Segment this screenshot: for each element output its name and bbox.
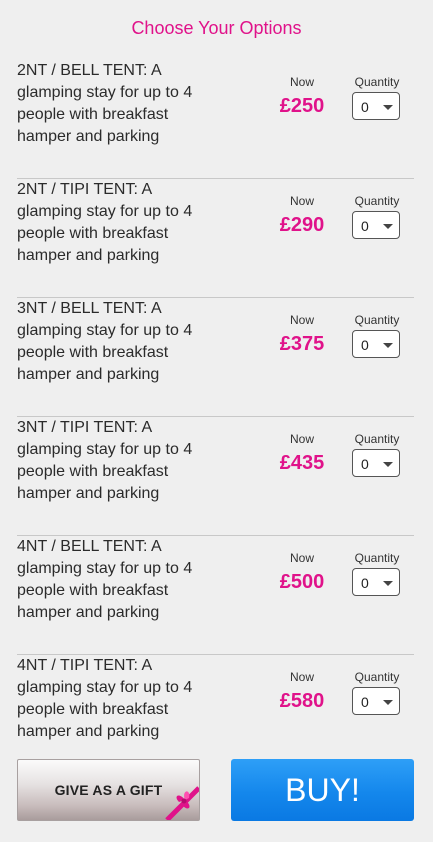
quantity-select[interactable]: 0 [352,92,400,120]
quantity-label: Quantity [354,432,400,446]
price-now-label: Now [289,670,314,684]
buy-button-label: BUY! [285,772,360,808]
quantity-select[interactable]: 0 [352,330,400,358]
quantity-label: Quantity [354,670,400,684]
chevron-down-icon [383,224,393,229]
option-row: 4NT / BELL TENT: A glamping stay for up … [17,536,414,655]
option-price: £375 [279,333,325,355]
price-now-label: Now [289,551,314,565]
price-now-label: Now [289,313,314,327]
quantity-select[interactable]: 0 [352,568,400,596]
quantity-value: 0 [361,99,369,115]
quantity-value: 0 [361,456,369,472]
option-price: £500 [279,571,325,593]
quantity-label: Quantity [354,551,400,565]
quantity-value: 0 [361,218,369,234]
give-as-gift-button[interactable]: GIVE AS A GIFT [17,759,200,821]
quantity-select[interactable]: 0 [352,449,400,477]
quantity-value: 0 [361,337,369,353]
price-now-label: Now [289,432,314,446]
option-description: 3NT / BELL TENT: A glamping stay for up … [17,300,193,383]
option-row: 2NT / BELL TENT: A glamping stay for up … [17,60,414,179]
price-now-label: Now [289,194,314,208]
quantity-label: Quantity [354,75,400,89]
option-description: 4NT / BELL TENT: A glamping stay for up … [17,538,193,621]
price-now-label: Now [289,75,314,89]
quantity-value: 0 [361,575,369,591]
quantity-label: Quantity [354,194,400,208]
quantity-value: 0 [361,694,369,710]
option-description: 2NT / TIPI TENT: A glamping stay for up … [17,181,193,264]
gift-ribbon-icon [165,786,199,820]
option-description: 4NT / TIPI TENT: A glamping stay for up … [17,657,193,740]
option-price: £290 [279,214,325,236]
buy-button[interactable]: BUY! [231,759,414,821]
option-description: 2NT / BELL TENT: A glamping stay for up … [17,62,193,145]
quantity-label: Quantity [354,313,400,327]
option-price: £580 [279,690,325,712]
chevron-down-icon [383,462,393,467]
option-row: 3NT / BELL TENT: A glamping stay for up … [17,298,414,417]
chevron-down-icon [383,343,393,348]
quantity-select[interactable]: 0 [352,687,400,715]
option-description: 3NT / TIPI TENT: A glamping stay for up … [17,419,193,502]
option-row: 3NT / TIPI TENT: A glamping stay for up … [17,417,414,536]
chevron-down-icon [383,105,393,110]
option-row: 4NT / TIPI TENT: A glamping stay for up … [17,655,414,774]
chevron-down-icon [383,700,393,705]
option-price: £435 [279,452,325,474]
quantity-select[interactable]: 0 [352,211,400,239]
option-price: £250 [279,95,325,117]
page-title: Choose Your Options [131,18,302,38]
option-row: 2NT / TIPI TENT: A glamping stay for up … [17,179,414,298]
chevron-down-icon [383,581,393,586]
